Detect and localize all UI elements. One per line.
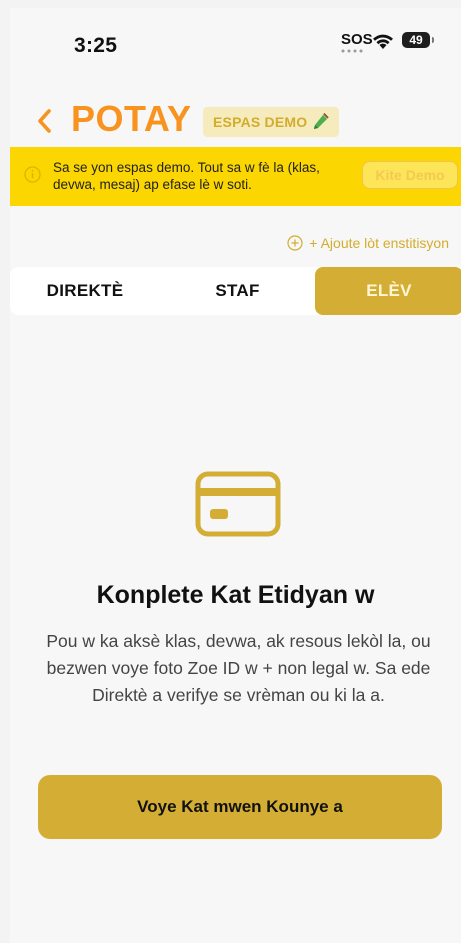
send-id-card-button[interactable]: Voye Kat mwen Kounye a xyxy=(38,775,442,839)
demo-banner: Sa se yon espas demo. Tout sa w fè la (k… xyxy=(10,147,461,206)
exit-demo-button[interactable]: Kite Demo xyxy=(362,161,458,189)
tab-direkte[interactable]: DIREKTÈ xyxy=(10,267,160,315)
page-description: Pou w ka aksè klas, devwa, ak resous lek… xyxy=(46,631,431,705)
wifi-icon xyxy=(373,34,393,49)
demo-badge: ESPAS DEMO xyxy=(203,107,340,137)
status-time: 3:25 xyxy=(74,34,118,57)
tab-staf[interactable]: STAF xyxy=(160,267,315,315)
demo-banner-message: Sa se yon espas demo. Tout sa w fè la (k… xyxy=(53,160,320,192)
add-institution-link[interactable]: + Ajoute lòt enstitisyon xyxy=(287,235,449,251)
info-icon xyxy=(24,166,41,183)
header: POTAY ESPAS DEMO xyxy=(10,96,461,146)
plus-circle-icon xyxy=(287,235,303,251)
battery-indicator: 49 xyxy=(402,32,434,48)
demo-badge-label: ESPAS DEMO xyxy=(213,114,308,130)
id-card-icon xyxy=(195,471,281,537)
add-institution-label: + Ajoute lòt enstitisyon xyxy=(309,235,449,251)
signal-dots-icon xyxy=(341,49,363,53)
app-title: POTAY xyxy=(71,98,192,139)
flask-icon xyxy=(314,113,330,129)
chevron-left-icon[interactable] xyxy=(36,106,54,136)
status-bar: 3:25 SOS 49 xyxy=(10,8,461,78)
app-screen: 3:25 SOS 49 POTAY ESPAS DEMO Sa se yon e… xyxy=(10,8,461,943)
sos-indicator: SOS xyxy=(341,31,373,48)
tab-elev[interactable]: ELÈV xyxy=(315,267,461,315)
role-tabs: DIREKTÈ STAF ELÈV xyxy=(10,267,461,315)
page-title: Konplete Kat Etidyan w xyxy=(96,581,375,609)
